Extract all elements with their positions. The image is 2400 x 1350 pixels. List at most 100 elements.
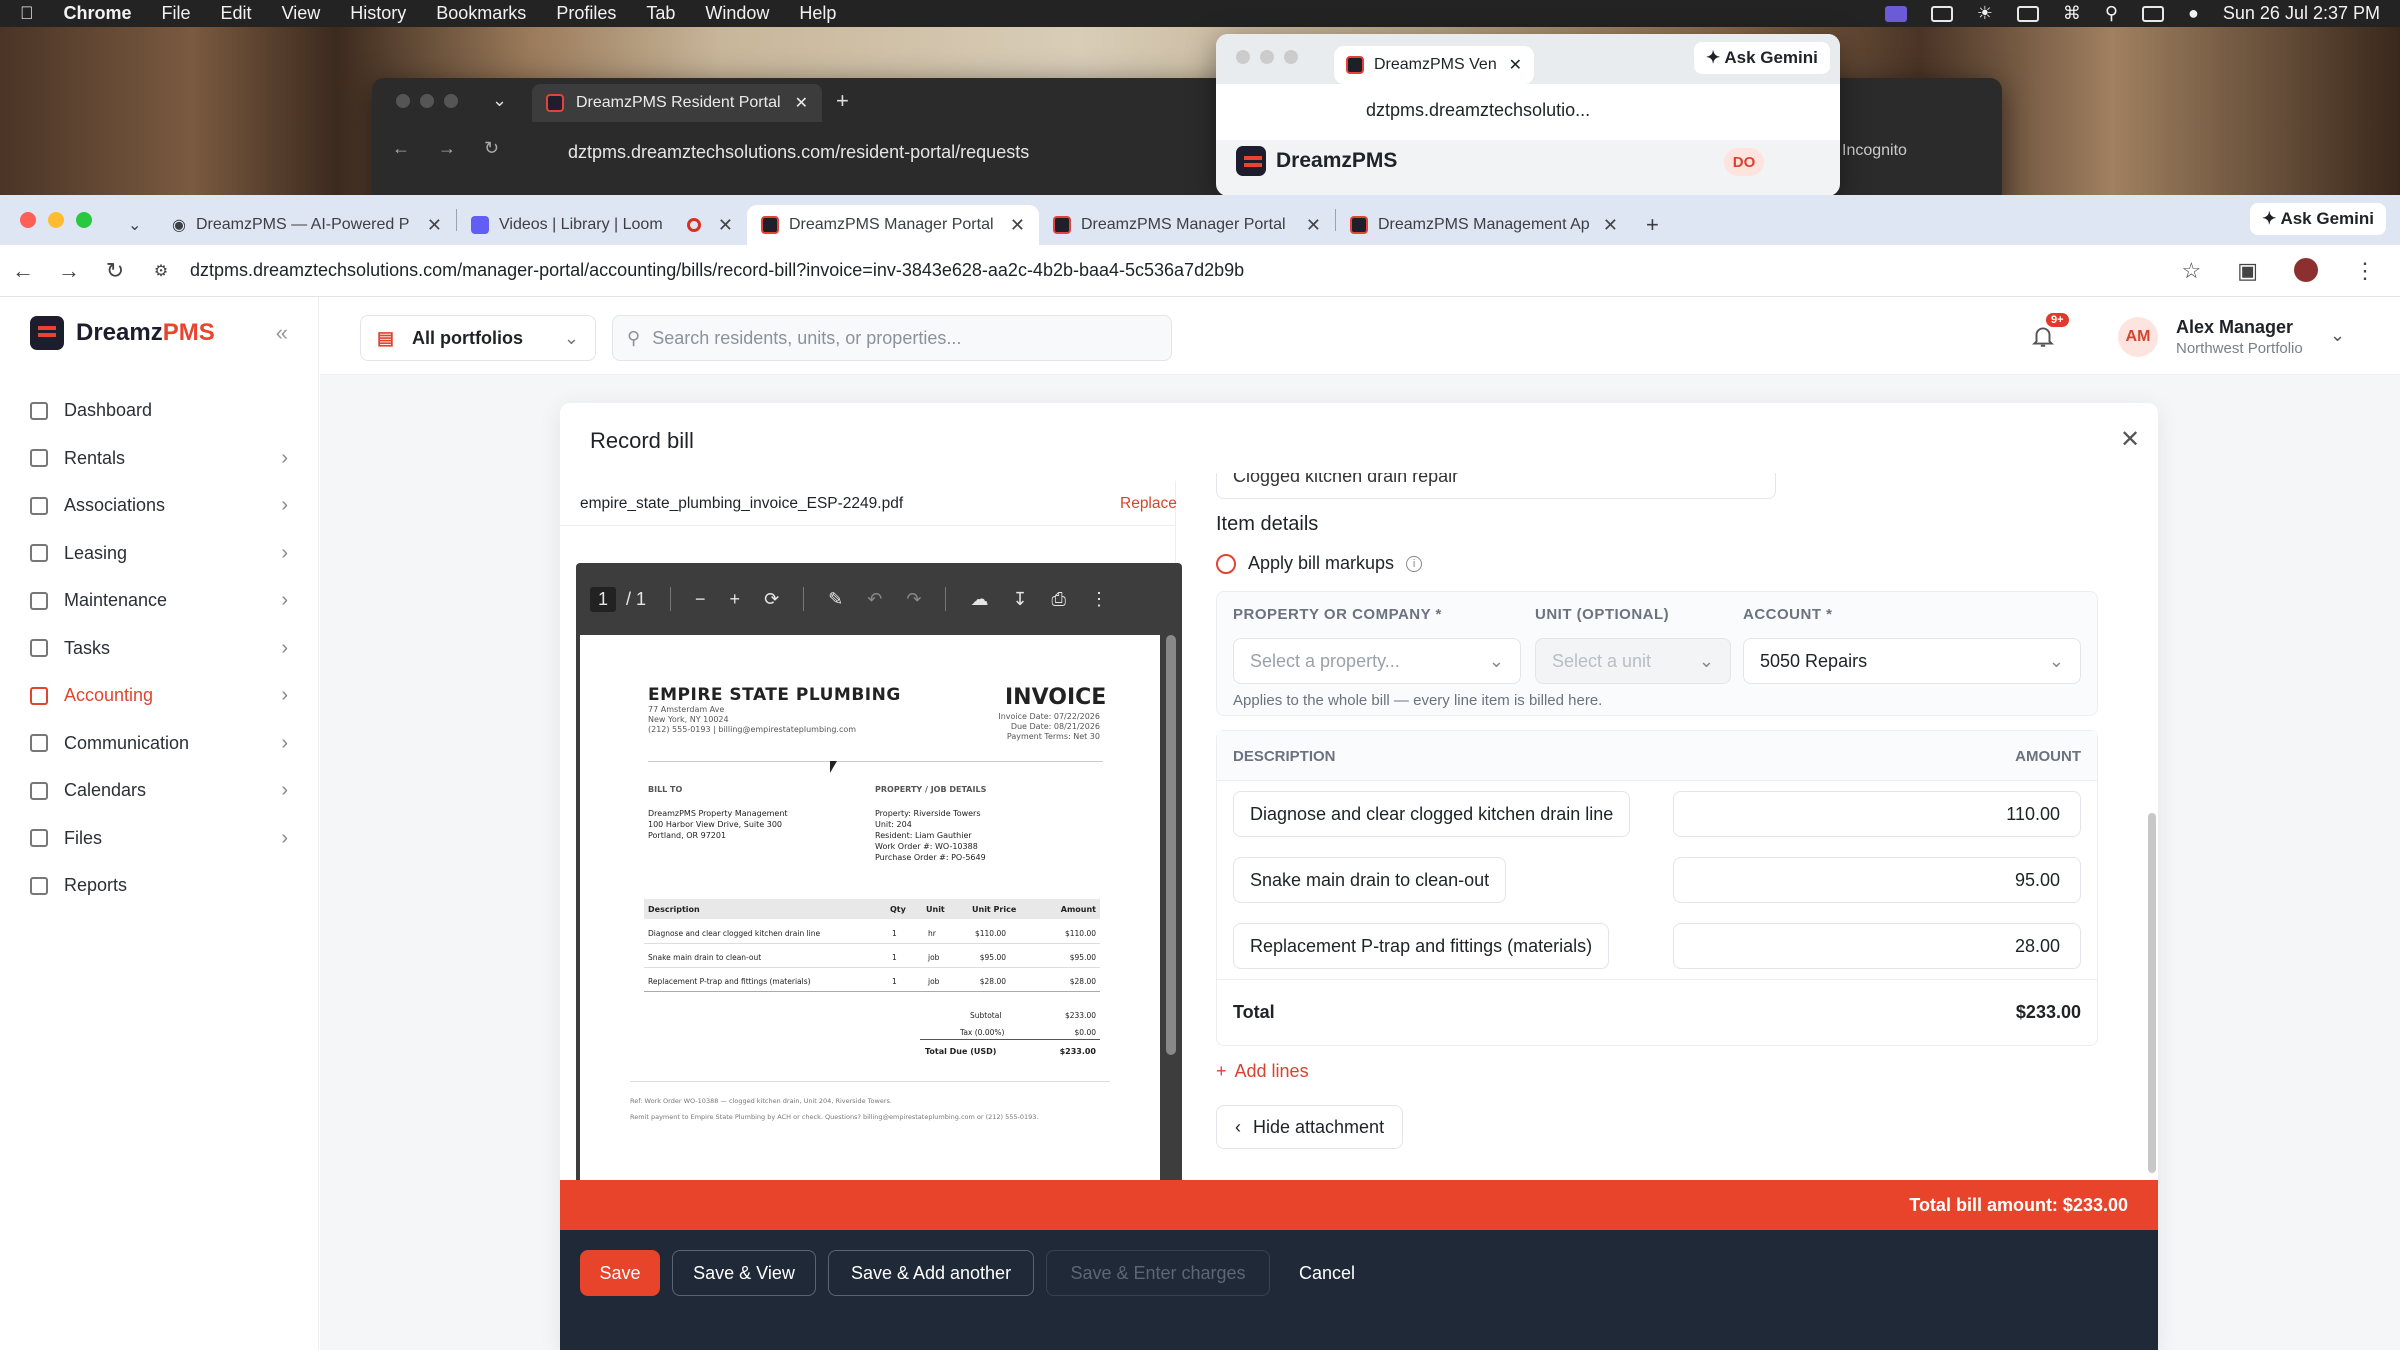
save-add-another-button[interactable]: Save & Add another <box>828 1250 1034 1296</box>
menu-file[interactable]: File <box>162 3 191 24</box>
line-amount-input[interactable]: 28.00 <box>1673 923 2081 969</box>
back-icon[interactable]: ← <box>392 138 410 159</box>
sidebar-item-files[interactable]: Files › <box>0 815 318 863</box>
close-icon[interactable]: ✕ <box>1010 215 1025 236</box>
browser-tab-4[interactable]: DreamzPMS Manager Portal ✕ <box>1039 205 1335 245</box>
user-avatar[interactable]: AM <box>2118 317 2158 357</box>
extensions-icon[interactable]: ▣ <box>2237 258 2258 284</box>
browser-tab-1[interactable]: ◉ DreamzPMS — AI-Powered P ✕ <box>158 205 456 245</box>
bg1-url[interactable]: dztpms.dreamztechsolutions.com/resident-… <box>568 142 1029 163</box>
cancel-button[interactable]: Cancel <box>1280 1250 1374 1296</box>
bg2-avatar[interactable]: DO <box>1724 148 1764 176</box>
new-tab-icon[interactable]: + <box>836 88 849 114</box>
sidebar-item-reports[interactable]: Reports <box>0 862 318 910</box>
bookmark-star-icon[interactable]: ☆ <box>2181 258 2201 284</box>
line-description-input[interactable]: Replacement P-trap and fittings (materia… <box>1233 923 1610 969</box>
back-icon[interactable]: ← <box>0 258 46 284</box>
apply-bill-markups-option[interactable]: Apply bill markups i <box>1216 553 1423 574</box>
save-to-drive-icon[interactable]: ☁ <box>970 589 988 610</box>
menu-history[interactable]: History <box>350 3 406 24</box>
reload-icon[interactable]: ↻ <box>92 258 138 284</box>
collapse-sidebar-icon[interactable]: « <box>276 320 288 346</box>
tab-list-icon[interactable]: ⌄ <box>492 90 507 111</box>
zoom-window-button[interactable] <box>76 212 92 228</box>
siri-icon[interactable]: ● <box>2188 3 2199 24</box>
sidebar-item-calendars[interactable]: Calendars › <box>0 767 318 815</box>
browser-tab-5[interactable]: DreamzPMS Management Ap ✕ <box>1336 205 1632 245</box>
address-bar-url[interactable]: dztpms.dreamztechsolutions.com/manager-p… <box>190 260 1244 281</box>
form-scrollbar[interactable] <box>2148 813 2156 1173</box>
line-amount-input[interactable]: 110.00 <box>1673 791 2081 837</box>
close-window-button[interactable] <box>20 212 36 228</box>
control-center-icon[interactable] <box>2142 5 2165 22</box>
wifi-icon[interactable]: ⌘ <box>2063 3 2081 24</box>
sidebar-item-dashboard[interactable]: Dashboard <box>0 387 318 435</box>
redo-icon[interactable]: ↷ <box>906 589 921 610</box>
user-name[interactable]: Alex Manager <box>2176 317 2293 338</box>
more-options-icon[interactable]: ⋮ <box>1090 589 1108 610</box>
rotate-icon[interactable]: ⟳ <box>764 589 779 610</box>
zoom-out-icon[interactable]: − <box>695 589 706 610</box>
menubar-clock[interactable]: Sun 26 Jul 2:37 PM <box>2223 3 2380 24</box>
browser-tab-3-active[interactable]: DreamzPMS Manager Portal ✕ <box>747 205 1039 245</box>
sidebar-item-accounting[interactable]: Accounting › <box>0 672 318 720</box>
app-brand[interactable]: DreamzPMS « <box>0 297 318 369</box>
account-select[interactable]: 5050 Repairs ⌄ <box>1743 638 2081 684</box>
download-icon[interactable]: ↧ <box>1012 589 1027 610</box>
bg1-tab[interactable]: DreamzPMS Resident Portal ✕ <box>532 84 822 122</box>
profile-avatar-icon[interactable] <box>2294 257 2318 282</box>
bg2-ask-gemini[interactable]: ✦ Ask Gemini <box>1694 42 1830 74</box>
menu-window[interactable]: Window <box>705 3 769 24</box>
portfolio-selector[interactable]: ▤ All portfolios ⌄ <box>360 315 596 361</box>
spotlight-search-icon[interactable]: ⚲ <box>2105 3 2118 24</box>
minimize-window-button[interactable] <box>48 212 64 228</box>
close-icon[interactable]: ✕ <box>2120 425 2140 454</box>
line-amount-input[interactable]: 95.00 <box>1673 857 2081 903</box>
menu-help[interactable]: Help <box>799 3 836 24</box>
sidebar-item-communication[interactable]: Communication › <box>0 720 318 768</box>
sidebar-item-tasks[interactable]: Tasks › <box>0 625 318 673</box>
replace-attachment-link[interactable]: Replace <box>1120 495 1177 513</box>
menu-tab[interactable]: Tab <box>646 3 675 24</box>
ask-gemini-button[interactable]: ✦ Ask Gemini <box>2250 203 2386 235</box>
bg2-url[interactable]: dztpms.dreamztechsolutio... <box>1366 100 1590 121</box>
sidebar-item-maintenance[interactable]: Maintenance › <box>0 577 318 625</box>
background-browser-window-vendor[interactable]: DreamzPMS Ven ✕ ✦ Ask Gemini dztpms.drea… <box>1216 34 1840 196</box>
menu-edit[interactable]: Edit <box>221 3 252 24</box>
hide-attachment-button[interactable]: ‹ Hide attachment <box>1216 1105 1404 1149</box>
battery-icon[interactable] <box>2016 5 2039 22</box>
close-icon[interactable]: ✕ <box>427 215 442 236</box>
close-icon[interactable]: ✕ <box>718 215 733 236</box>
unit-select[interactable]: Select a unit ⌄ <box>1535 638 1731 684</box>
sidebar-item-leasing[interactable]: Leasing › <box>0 530 318 578</box>
zoom-in-icon[interactable]: + <box>730 589 741 610</box>
info-icon[interactable]: i <box>1406 555 1423 572</box>
close-icon[interactable]: ✕ <box>795 93 808 113</box>
markups-radio[interactable] <box>1216 553 1236 574</box>
save-button[interactable]: Save <box>580 1250 660 1296</box>
menu-app-name[interactable]: Chrome <box>64 3 132 24</box>
forward-icon[interactable]: → <box>46 258 92 284</box>
forward-icon[interactable]: → <box>438 138 456 159</box>
close-icon[interactable]: ✕ <box>1509 55 1522 75</box>
close-icon[interactable]: ✕ <box>1603 215 1618 236</box>
property-select[interactable]: Select a property... ⌄ <box>1233 638 1521 684</box>
menu-bookmarks[interactable]: Bookmarks <box>436 3 526 24</box>
display-icon[interactable] <box>1930 5 1953 22</box>
brightness-icon[interactable]: ☀ <box>1977 3 1993 24</box>
line-description-input[interactable]: Snake main drain to clean-out <box>1233 857 1507 903</box>
bg2-tab[interactable]: DreamzPMS Ven ✕ <box>1334 46 1534 84</box>
add-lines-button[interactable]: + Add lines <box>1216 1061 1309 1082</box>
draw-icon[interactable]: ✎ <box>828 589 843 610</box>
sidebar-item-rentals[interactable]: Rentals › <box>0 435 318 483</box>
browser-tab-2[interactable]: Videos | Library | Loom ✕ <box>457 205 747 245</box>
print-icon[interactable]: ⎙ <box>1052 589 1066 610</box>
global-search-input[interactable]: ⚲ Search residents, units, or properties… <box>612 315 1172 361</box>
pdf-page-input[interactable]: 1 <box>590 586 617 612</box>
tab-search-button[interactable]: ⌄ <box>114 205 158 245</box>
undo-icon[interactable]: ↶ <box>867 589 882 610</box>
save-view-button[interactable]: Save & View <box>672 1250 816 1296</box>
pdf-vertical-scrollbar[interactable] <box>1166 635 1176 1055</box>
more-menu-icon[interactable]: ⋮ <box>2354 258 2376 284</box>
save-enter-charges-button[interactable]: Save & Enter charges <box>1046 1250 1270 1296</box>
